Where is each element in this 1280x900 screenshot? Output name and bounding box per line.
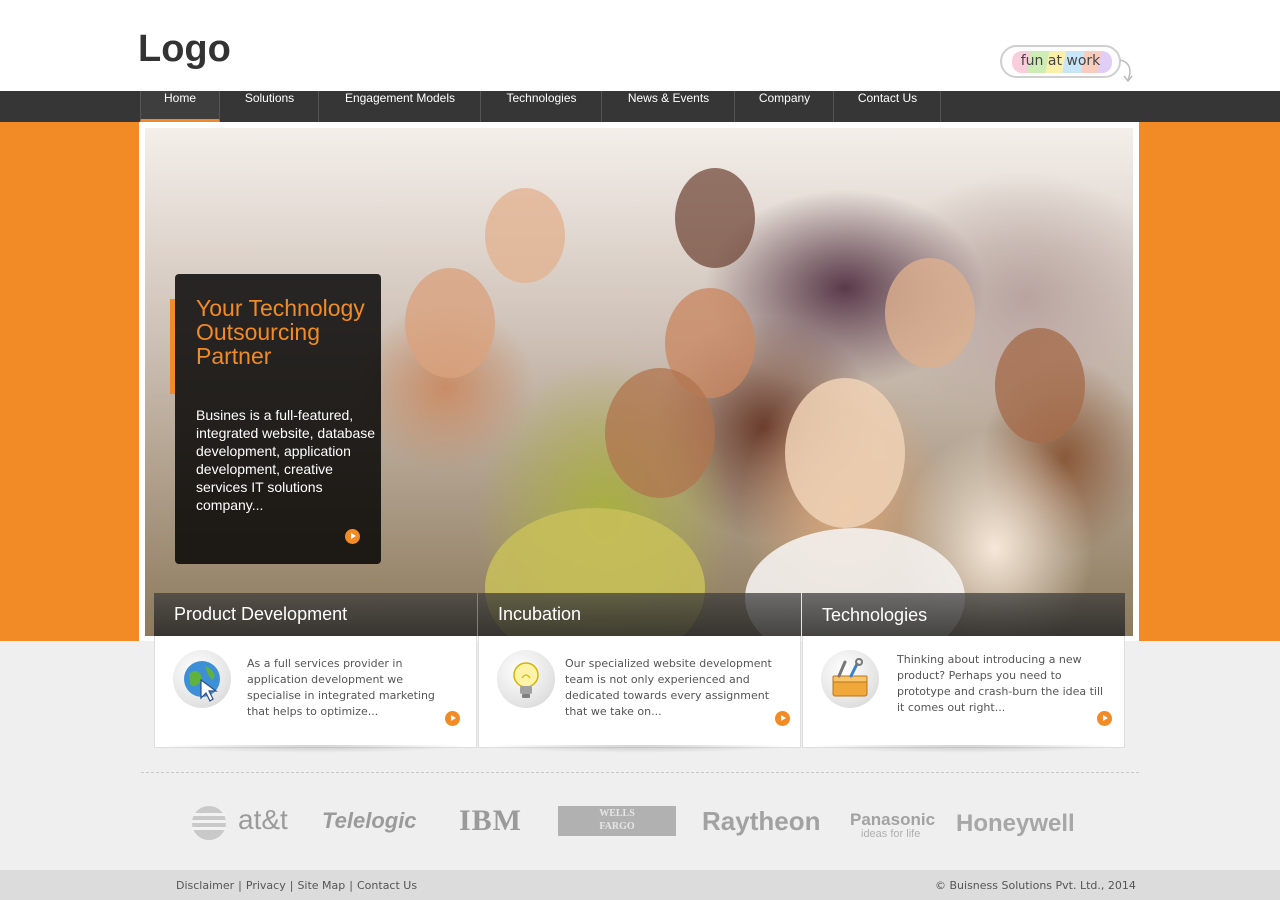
footer-separator: | bbox=[349, 879, 353, 892]
panasonic-tagline: ideas for life bbox=[861, 828, 921, 840]
site-logo[interactable]: Logo bbox=[138, 28, 231, 71]
footer-separator: | bbox=[289, 879, 294, 892]
feature-read-more-button[interactable] bbox=[1097, 711, 1112, 726]
panasonic-wordmark: Panasonic bbox=[850, 810, 936, 829]
nav-item-engagement-models[interactable]: Engagement Models bbox=[320, 91, 481, 122]
toolbox-icon bbox=[821, 650, 879, 708]
feature-description: As a full services provider in applicati… bbox=[247, 657, 435, 718]
copyright: © Buisness Solutions Pvt. Ltd., 2014 bbox=[935, 879, 1136, 892]
badge-label: fun at work bbox=[1020, 53, 1101, 69]
feature-description: Thinking about introducing a new product… bbox=[897, 653, 1104, 714]
nav-item-company[interactable]: Company bbox=[736, 91, 834, 122]
footer-link-site-map[interactable]: Site Map bbox=[297, 879, 345, 892]
feature-product-development: Product Development As a full services p… bbox=[154, 593, 477, 753]
feature-header: Technologies bbox=[802, 593, 1125, 636]
nav-item-news-events[interactable]: News & Events bbox=[603, 91, 735, 122]
face-shape bbox=[605, 368, 715, 498]
att-wordmark: at&t bbox=[238, 804, 288, 835]
client-logo-honeywell: Honeywell bbox=[956, 810, 1075, 837]
fun-at-work-badge[interactable]: fun at work bbox=[1000, 45, 1121, 78]
footer-separator: | bbox=[238, 879, 242, 892]
footer-link-privacy[interactable]: Privacy bbox=[246, 879, 286, 892]
feature-title: Product Development bbox=[174, 604, 348, 624]
att-globe-icon bbox=[192, 806, 226, 840]
feature-shadow bbox=[808, 745, 1118, 753]
face-shape bbox=[785, 378, 905, 528]
nav-item-home[interactable]: Home bbox=[140, 91, 220, 122]
feature-body: As a full services provider in applicati… bbox=[154, 636, 477, 748]
feature-header: Incubation bbox=[478, 593, 801, 636]
curly-arrow-icon bbox=[1119, 59, 1133, 83]
client-logo-telelogic: Telelogic bbox=[322, 808, 417, 833]
globe-cursor-icon bbox=[173, 650, 231, 708]
face-shape bbox=[885, 258, 975, 368]
feature-body: Thinking about introducing a new product… bbox=[802, 636, 1125, 748]
client-logo-raytheon: Raytheon bbox=[702, 806, 821, 836]
face-shape bbox=[405, 268, 495, 378]
wells-fargo-wordmark: WELLS FARGO bbox=[599, 808, 635, 832]
caption-accent-bar bbox=[170, 299, 175, 394]
footer: Disclaimer | Privacy | Site Map | Contact Us ©… bbox=[0, 870, 1280, 900]
hero-read-more-button[interactable] bbox=[345, 529, 360, 544]
feature-shadow bbox=[484, 745, 794, 753]
feature-shadow bbox=[160, 745, 470, 753]
feature-header: Product Development bbox=[154, 593, 477, 636]
feature-incubation: Incubation Our specialized website devel… bbox=[478, 593, 801, 753]
client-logo-wells-fargo: WELLS FARGO bbox=[558, 806, 676, 836]
hero-title: Your Technology Outsourcing Partner bbox=[196, 295, 365, 369]
feature-read-more-button[interactable] bbox=[445, 711, 460, 726]
hero-description: Busines is a full-featured, integrated w… bbox=[196, 407, 376, 513]
lightbulb-icon bbox=[497, 650, 555, 708]
feature-body: Our specialized website development team… bbox=[478, 636, 801, 748]
main-navigation: Home Solutions Engagement Models Technol… bbox=[0, 91, 1280, 122]
section-divider bbox=[141, 772, 1139, 773]
footer-link-disclaimer[interactable]: Disclaimer bbox=[176, 879, 234, 892]
feature-technologies: Technologies Thinking about introducing … bbox=[802, 593, 1125, 753]
feature-description: Our specialized website development team… bbox=[565, 657, 772, 718]
face-shape bbox=[995, 328, 1085, 443]
client-logo-ibm: IBM bbox=[459, 804, 522, 837]
feature-read-more-button[interactable] bbox=[775, 711, 790, 726]
face-shape bbox=[675, 168, 755, 268]
header: Logo fun at work bbox=[0, 0, 1280, 91]
face-shape bbox=[485, 188, 565, 283]
footer-link-contact-us[interactable]: Contact Us bbox=[357, 879, 417, 892]
footer-links: Disclaimer | Privacy | Site Map | Contact Us bbox=[176, 879, 417, 892]
client-logo-panasonic: Panasonic ideas for life bbox=[850, 810, 935, 840]
nav-item-solutions[interactable]: Solutions bbox=[221, 91, 319, 122]
nav-item-technologies[interactable]: Technologies bbox=[482, 91, 602, 122]
nav-item-contact-us[interactable]: Contact Us bbox=[835, 91, 941, 122]
feature-title: Incubation bbox=[498, 604, 582, 624]
feature-title: Technologies bbox=[822, 605, 928, 625]
